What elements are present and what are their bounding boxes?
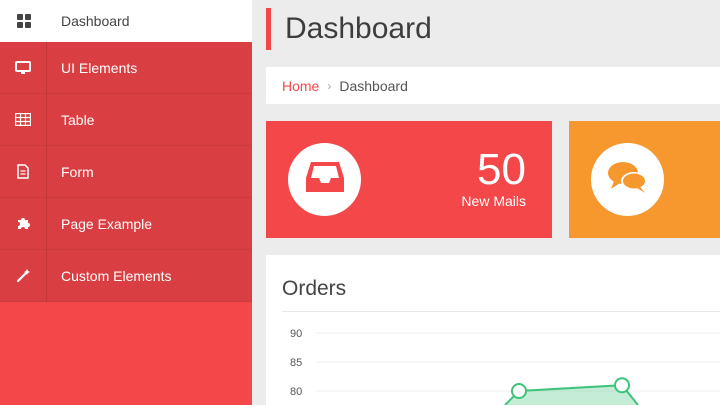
chart-y-tick-label: 80	[290, 386, 302, 398]
stat-card-new-mails: 50 New Mails	[266, 121, 552, 238]
main-content: Dashboard Home › Dashboard 50 New Mails …	[266, 0, 720, 405]
document-icon	[0, 146, 47, 197]
stat-card-messages	[569, 121, 720, 238]
desktop-icon	[0, 42, 47, 93]
sidebar-item-label: Dashboard	[61, 13, 130, 29]
breadcrumb-separator: ›	[327, 78, 332, 93]
chart-y-tick-label: 85	[290, 357, 302, 369]
page-title: Dashboard	[266, 8, 432, 50]
sidebar-item-dashboard[interactable]: Dashboard	[0, 0, 252, 42]
sidebar-item-custom-elements[interactable]: Custom Elements	[0, 250, 252, 302]
dashboard-grid-icon	[0, 0, 47, 42]
sidebar: Dashboard UI Elements Table Form Page Ex…	[0, 0, 252, 405]
sidebar-item-label: Page Example	[61, 215, 153, 232]
stat-value: 50	[477, 145, 526, 194]
stat-label: New Mails	[461, 193, 526, 209]
puzzle-icon	[0, 198, 47, 249]
sidebar-item-label: Table	[61, 111, 95, 128]
orders-chart: 90 85 80	[290, 328, 720, 405]
breadcrumb-current: Dashboard	[339, 77, 408, 94]
sidebar-nav: Dashboard UI Elements Table Form Page Ex…	[0, 0, 252, 302]
inbox-icon	[305, 160, 345, 199]
breadcrumb: Home › Dashboard	[266, 67, 720, 104]
stat-icon-circle	[288, 143, 361, 216]
sidebar-item-label: UI Elements	[61, 59, 138, 76]
magic-wand-icon	[0, 250, 47, 301]
chart-point[interactable]	[614, 377, 630, 394]
breadcrumb-home-link[interactable]: Home	[282, 78, 319, 94]
sidebar-item-page-example[interactable]: Page Example	[0, 198, 252, 250]
table-icon	[0, 94, 47, 145]
chat-bubbles-icon	[606, 160, 650, 199]
chart-y-tick-label: 90	[290, 328, 302, 340]
sidebar-item-ui-elements[interactable]: UI Elements	[0, 42, 252, 94]
orders-card: Orders 90 85 80	[266, 255, 720, 405]
sidebar-item-label: Custom Elements	[61, 267, 172, 284]
sidebar-item-label: Form	[61, 163, 94, 180]
sidebar-item-form[interactable]: Form	[0, 146, 252, 198]
chart-point[interactable]	[511, 383, 527, 399]
stat-icon-circle	[591, 143, 664, 216]
sidebar-item-table[interactable]: Table	[0, 94, 252, 146]
